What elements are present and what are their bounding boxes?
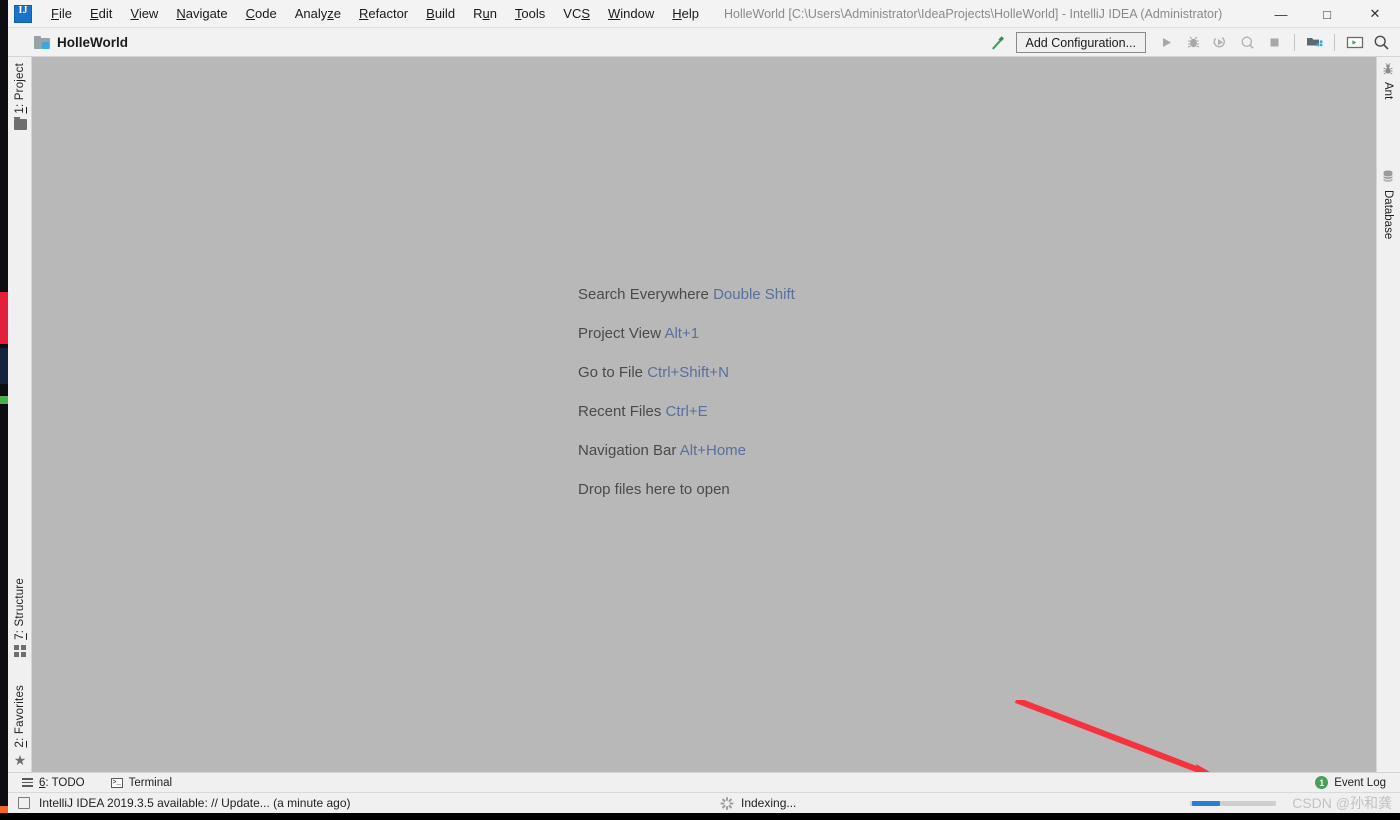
right-tool-window-bar: Ant Database bbox=[1376, 57, 1400, 772]
desktop-icon-red bbox=[0, 292, 8, 344]
hint-drop-files: Drop files here to open bbox=[578, 481, 730, 498]
menu-item-refactor[interactable]: Refactor bbox=[350, 4, 417, 23]
loading-spinner-icon bbox=[720, 796, 733, 810]
sidebar-item-ant-label: Ant bbox=[1382, 82, 1394, 100]
add-configuration-button[interactable]: Add Configuration... bbox=[1015, 32, 1146, 53]
hint-navigation-bar: Navigation Bar Alt+Home bbox=[578, 442, 747, 459]
menu-item-analyze[interactable]: Analyze bbox=[286, 4, 350, 23]
menu-item-view[interactable]: View bbox=[121, 4, 167, 23]
toolbar-divider bbox=[1294, 34, 1295, 51]
stop-icon[interactable] bbox=[1262, 30, 1287, 55]
bottom-item-terminal-label: Terminal bbox=[128, 776, 173, 789]
menu-item-vcs[interactable]: VCS bbox=[554, 4, 599, 23]
desktop-icon-green bbox=[0, 396, 8, 404]
event-log-button[interactable]: 1 Event Log bbox=[1315, 776, 1386, 789]
search-icon[interactable] bbox=[1369, 30, 1394, 55]
window-title: HolleWorld [C:\Users\Administrator\IdeaP… bbox=[724, 6, 1223, 21]
breadcrumb[interactable]: HolleWorld bbox=[34, 35, 128, 50]
editor-empty-area[interactable]: Search Everywhere Double Shift Project V… bbox=[32, 57, 1376, 772]
left-tool-window-bar: 1: Project 7: Structure 2: Favorites ★ bbox=[8, 57, 32, 772]
title-bar: File Edit View Navigate Code Analyze Ref… bbox=[8, 0, 1400, 28]
sidebar-item-ant[interactable]: Ant bbox=[1376, 63, 1400, 99]
folder-icon bbox=[13, 116, 27, 130]
indexing-progress-bar bbox=[1190, 800, 1277, 806]
menu-item-edit[interactable]: Edit bbox=[81, 4, 121, 23]
close-button[interactable]: ✕ bbox=[1350, 0, 1400, 28]
event-log-label: Event Log bbox=[1334, 776, 1386, 789]
bottom-tool-window-bar: 6: TODO >_ Terminal 1 Event Log bbox=[8, 772, 1400, 792]
debug-icon[interactable] bbox=[1181, 30, 1206, 55]
sidebar-item-favorites[interactable]: 2: Favorites ★ bbox=[8, 685, 32, 767]
menu-bar: File Edit View Navigate Code Analyze Ref… bbox=[42, 0, 708, 28]
hint-project-view: Project View Alt+1 bbox=[578, 325, 700, 342]
desktop-background-strip bbox=[0, 0, 8, 820]
menu-item-tools[interactable]: Tools bbox=[506, 4, 554, 23]
todo-list-icon bbox=[22, 778, 33, 787]
project-folder-icon bbox=[34, 35, 50, 49]
status-right-area: CSDN @孙和龚 bbox=[1190, 793, 1392, 813]
sidebar-item-project-label: 1: Project bbox=[14, 63, 26, 114]
csdn-watermark: CSDN @孙和龚 bbox=[1292, 795, 1392, 811]
star-icon: ★ bbox=[13, 751, 27, 768]
bottom-item-todo-label: 6: TODO bbox=[39, 776, 85, 789]
menu-item-run[interactable]: Run bbox=[464, 4, 506, 23]
status-message: IntelliJ IDEA 2019.3.5 available: // Upd… bbox=[39, 796, 351, 810]
sidebar-item-database-label: Database bbox=[1382, 190, 1394, 240]
build-hammer-icon[interactable] bbox=[985, 30, 1010, 55]
sidebar-item-structure[interactable]: 7: Structure bbox=[8, 578, 32, 657]
editor-hints-list: Search Everywhere Double Shift Project V… bbox=[578, 286, 795, 498]
menu-item-navigate[interactable]: Navigate bbox=[167, 4, 236, 23]
minimize-button[interactable]: — bbox=[1258, 0, 1304, 28]
structure-icon bbox=[14, 644, 26, 657]
sidebar-item-project[interactable]: 1: Project bbox=[8, 63, 32, 130]
toolbar-actions: Add Configuration... bbox=[985, 28, 1395, 57]
indexing-progress-fill bbox=[1192, 800, 1221, 806]
notification-icon bbox=[18, 797, 30, 809]
sidebar-item-database[interactable]: Database bbox=[1376, 170, 1400, 239]
menu-item-help[interactable]: Help bbox=[663, 4, 708, 23]
menu-item-code[interactable]: Code bbox=[237, 4, 286, 23]
maximize-button[interactable]: □ bbox=[1304, 0, 1350, 28]
status-bar: IntelliJ IDEA 2019.3.5 available: // Upd… bbox=[8, 792, 1400, 813]
menu-item-build[interactable]: Build bbox=[417, 4, 464, 23]
intellij-idea-logo-icon bbox=[14, 4, 32, 23]
sidebar-item-structure-label: 7: Structure bbox=[14, 578, 26, 640]
hint-search-everywhere: Search Everywhere Double Shift bbox=[578, 286, 795, 303]
sidebar-item-favorites-label: 2: Favorites bbox=[14, 685, 26, 748]
hint-recent-files: Recent Files Ctrl+E bbox=[578, 403, 708, 420]
database-icon bbox=[1382, 170, 1394, 185]
indexing-label: Indexing... bbox=[741, 796, 797, 810]
desktop-icon-blue bbox=[0, 348, 8, 384]
event-log-badge: 1 bbox=[1315, 776, 1329, 789]
bottom-item-terminal[interactable]: >_ Terminal bbox=[110, 776, 173, 789]
intellij-idea-window: File Edit View Navigate Code Analyze Ref… bbox=[0, 0, 1400, 820]
bottom-item-todo[interactable]: 6: TODO bbox=[22, 777, 85, 789]
profile-icon[interactable] bbox=[1235, 30, 1260, 55]
terminal-icon: >_ bbox=[110, 777, 123, 788]
breadcrumb-label: HolleWorld bbox=[57, 34, 129, 50]
run-with-coverage-icon[interactable] bbox=[1208, 30, 1233, 55]
hint-go-to-file: Go to File Ctrl+Shift+N bbox=[578, 364, 729, 381]
main-toolbar: HolleWorld Add Configuration... bbox=[8, 28, 1400, 57]
run-icon[interactable] bbox=[1154, 30, 1179, 55]
project-structure-icon[interactable] bbox=[1302, 30, 1327, 55]
indexing-status: Indexing... bbox=[720, 796, 796, 810]
menu-item-file[interactable]: File bbox=[42, 4, 81, 23]
screen-bottom-edge bbox=[0, 813, 1400, 820]
menu-item-window[interactable]: Window bbox=[599, 4, 663, 23]
window-controls: — □ ✕ bbox=[1258, 0, 1400, 28]
status-message-area[interactable]: IntelliJ IDEA 2019.3.5 available: // Upd… bbox=[18, 796, 351, 810]
terminal-window-icon[interactable] bbox=[1342, 30, 1367, 55]
ant-icon bbox=[1382, 63, 1394, 77]
toolbar-divider-2 bbox=[1334, 34, 1335, 51]
